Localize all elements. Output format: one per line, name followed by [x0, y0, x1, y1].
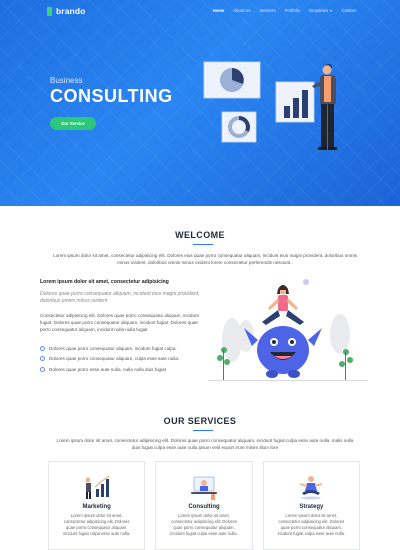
list-item-text: Dolores quae porro consequatur aliquam, …: [49, 356, 180, 362]
list-item-text: Dolores quae porro consequatur aliquam, …: [49, 345, 177, 351]
service-card-text: Lorem ipsum dolor sit amet, consectetur …: [170, 513, 238, 536]
welcome-title: WELCOME: [175, 230, 225, 240]
brand-name: brando: [56, 6, 86, 16]
nav-item-contact[interactable]: Contact: [342, 8, 356, 13]
welcome-feature-list: Dolores quae porro consequatur aliquam, …: [40, 343, 179, 375]
list-item-text: Dolores quae porro esse aute nulla. null…: [49, 366, 166, 372]
brand-mark-icon: [47, 6, 52, 16]
nav-item-about-us[interactable]: About Us: [233, 8, 250, 13]
nav-item-services[interactable]: Services: [260, 8, 276, 13]
service-card-title: Strategy: [299, 504, 324, 510]
welcome-divider: [193, 244, 213, 245]
service-card-strategy[interactable]: Strategy Lorem ipsum dolor sit amet, con…: [262, 461, 360, 550]
services-intro: Lorem ipsum dolor sit amet, consectetur …: [56, 438, 354, 450]
main-menu: Home About Us Services Portfolio Dropdow…: [213, 8, 356, 13]
brand-logo[interactable]: brando: [47, 6, 85, 16]
welcome-heading: Lorem ipsum dolor sit amet, consectetur …: [40, 279, 169, 285]
welcome-illustration: [208, 279, 368, 381]
hero-section: brando Home About Us Services Portfolio …: [0, 0, 400, 206]
list-item: Dolores quae porro esse aute nulla. null…: [40, 364, 179, 375]
check-circle-icon: [40, 345, 45, 351]
service-card-text: Lorem ipsum dolor sit amet, consectetur …: [62, 513, 131, 536]
services-title: OUR SERVICES: [163, 416, 237, 426]
hero-title: CONSULTING: [50, 86, 173, 106]
check-circle-icon: [40, 366, 45, 372]
service-card-marketing[interactable]: Marketing Lorem ipsum dolor sit amet, co…: [48, 461, 146, 550]
welcome-intro: Lorem ipsum dolor sit amet, consectetur …: [53, 253, 357, 265]
person-figure: [312, 63, 337, 150]
nav-item-dropdown-label: Dropdown: [309, 8, 329, 13]
our-service-button[interactable]: Our Service: [50, 117, 96, 130]
chevron-down-icon: ▼: [329, 9, 333, 13]
service-card-consulting[interactable]: Consulting Lorem ipsum dolor sit amet, c…: [155, 461, 253, 550]
marketing-chart-icon: [85, 475, 109, 499]
list-item: Dolores quae porro consequatur aliquam, …: [40, 354, 179, 365]
hero-illustration: [203, 61, 337, 150]
welcome-quote: Dolores quae porro consequatur aliquam, …: [40, 291, 200, 304]
girl-figure: [262, 285, 304, 325]
service-card-text: Lorem ipsum dolor sit amet, consectetur …: [277, 513, 346, 536]
check-circle-icon: [40, 356, 45, 362]
nav-item-portfolio[interactable]: Portfolio: [285, 8, 300, 13]
welcome-paragraph: Consectetur adipisicing elit. Dolores qu…: [40, 313, 199, 332]
hero-subtitle: Business: [50, 76, 83, 85]
top-navbar: brando Home About Us Services Portfolio …: [0, 0, 400, 22]
services-divider: [193, 430, 213, 431]
strategy-meditation-icon: [300, 476, 323, 500]
service-card-title: Marketing: [82, 504, 111, 510]
list-item: Dolores quae porro consequatur aliquam, …: [40, 343, 179, 354]
service-card-title: Consulting: [188, 504, 220, 510]
nav-item-dropdown[interactable]: Dropdown▼: [309, 8, 333, 13]
consulting-laptop-icon: [190, 476, 217, 500]
services-cards: Marketing Lorem ipsum dolor sit amet, co…: [48, 461, 360, 550]
nav-item-home[interactable]: Home: [213, 8, 225, 13]
blue-monster: [244, 326, 322, 378]
